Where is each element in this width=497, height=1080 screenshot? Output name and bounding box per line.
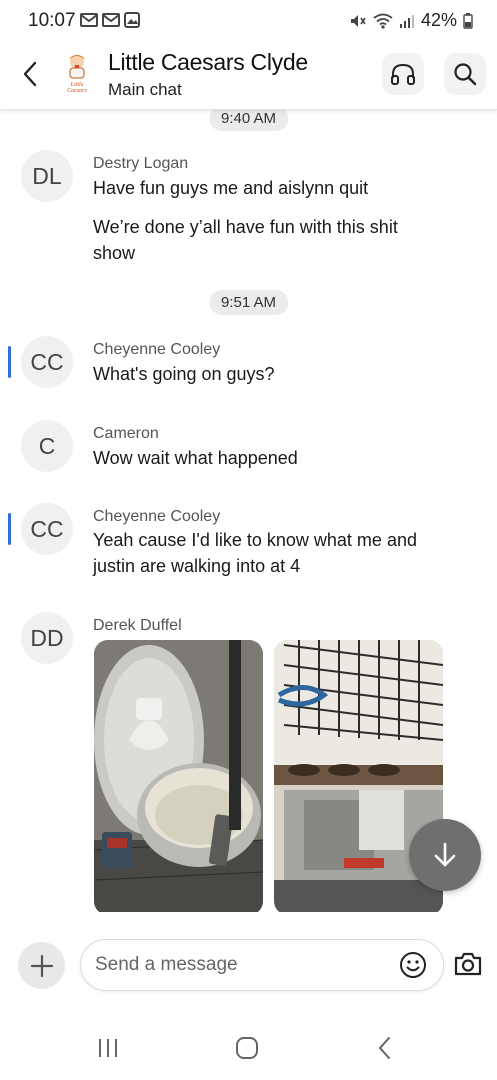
notification-icons [80, 12, 140, 28]
back-arrow-icon [379, 1037, 390, 1059]
avatar[interactable]: DD [21, 612, 73, 664]
message-input[interactable] [95, 940, 385, 990]
avatar[interactable]: C [21, 420, 73, 472]
time-pill: 9:40 AM [208, 110, 289, 131]
search-button[interactable] [444, 53, 486, 95]
home-button[interactable] [227, 1030, 267, 1066]
message-text[interactable]: Wow wait what happened [93, 445, 423, 471]
mute-icon [350, 14, 366, 27]
food-processor-photo [94, 640, 263, 912]
camera-button[interactable] [453, 950, 485, 982]
sender-name: Destry Logan [93, 155, 189, 172]
battery-percent: 42% [420, 10, 457, 30]
time-pill: 9:51 AM [208, 290, 289, 315]
avatar[interactable]: CC [21, 336, 73, 388]
status-time: 10:07 [28, 10, 76, 31]
gallery-icon [124, 12, 140, 28]
arrow-down-icon [434, 842, 456, 867]
recent-apps-button[interactable] [88, 1030, 128, 1066]
plus-icon [30, 954, 53, 977]
back-button[interactable] [14, 58, 46, 90]
wifi-icon [373, 13, 393, 29]
search-icon [454, 63, 477, 86]
emoji-icon [400, 952, 426, 978]
chevron-left-icon [23, 61, 37, 87]
system-navigation-bar [0, 1010, 497, 1080]
unread-indicator [8, 513, 11, 545]
sender-name: Cheyenne Cooley [93, 341, 221, 358]
message-text[interactable]: Have fun guys me and aislynn quit [93, 175, 423, 201]
add-attachment-button[interactable] [18, 942, 65, 989]
home-icon [236, 1037, 258, 1059]
chat-title: Little Caesars Clyde [108, 49, 308, 75]
system-back-button[interactable] [365, 1030, 405, 1066]
gmail-icon [102, 13, 120, 27]
chat-subtitle[interactable]: Main chat [108, 80, 182, 100]
message-input-container[interactable] [80, 939, 444, 991]
emoji-button[interactable] [399, 951, 427, 979]
gmail-icon [80, 13, 98, 27]
message-text[interactable]: We’re done y’all have fun with this shit… [93, 214, 403, 266]
headphones-button[interactable] [382, 53, 424, 95]
recents-icon [99, 1039, 117, 1057]
sender-name: Cheyenne Cooley [93, 508, 221, 525]
avatar[interactable]: DL [21, 150, 73, 202]
sender-name: Cameron [93, 425, 159, 442]
chat-header: Little Caesars Little Caesars Clyde Main… [0, 40, 497, 110]
scroll-to-bottom-button[interactable] [409, 819, 481, 891]
little-caesars-logo: Little Caesars [67, 55, 87, 94]
sender-name: Derek Duffel [93, 617, 182, 634]
message-text[interactable]: Yeah cause I'd like to know what me and … [93, 527, 423, 579]
status-bar: 10:07 42% [0, 0, 497, 40]
message-list[interactable]: 9:40 AM DL Destry Logan Have fun guys me… [0, 110, 497, 912]
unread-indicator [8, 346, 11, 378]
message-text[interactable]: What's going on guys? [93, 361, 423, 387]
svg-text:Caesars: Caesars [67, 88, 87, 94]
status-indicators: 42% [349, 10, 473, 31]
headphones-icon [391, 63, 415, 85]
message-composer [0, 930, 497, 1000]
signal-icon [399, 14, 414, 28]
photo-attachment[interactable] [94, 640, 263, 912]
avatar[interactable]: CC [21, 503, 73, 555]
battery-icon [463, 12, 473, 29]
camera-icon [454, 952, 482, 976]
